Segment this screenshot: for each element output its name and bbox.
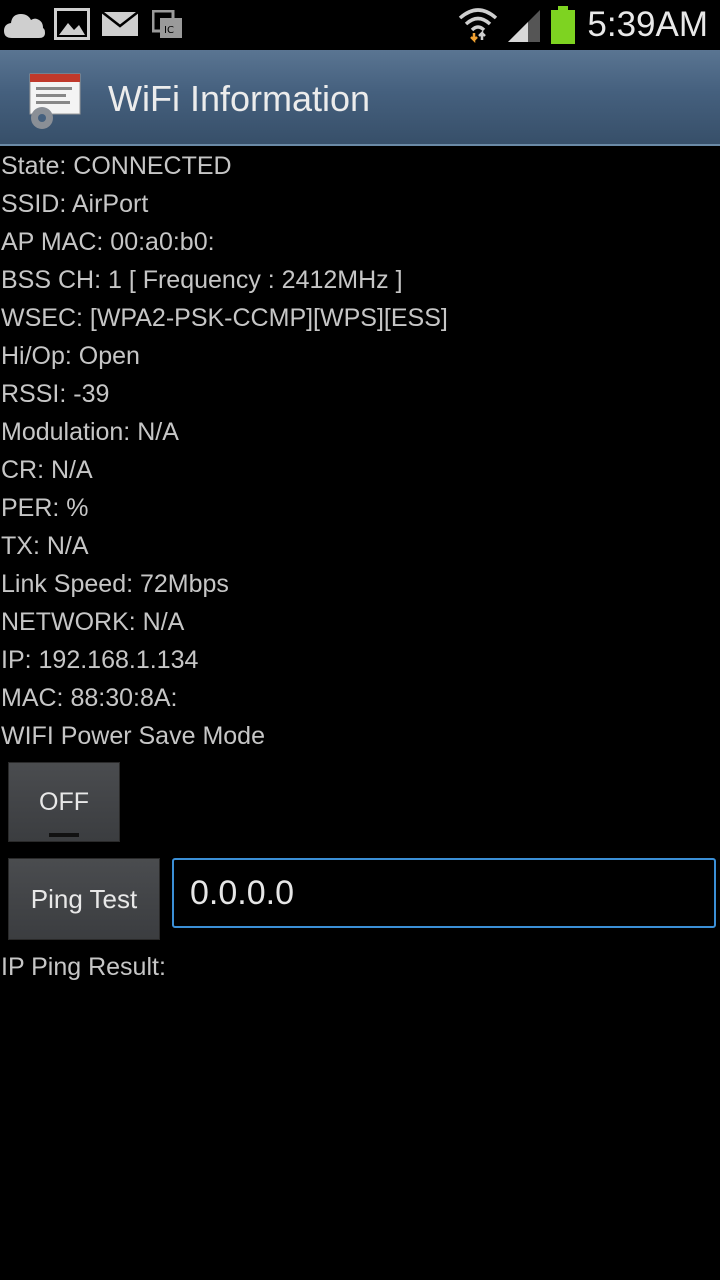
toggle-indicator: [49, 833, 79, 837]
info-hi-op: Hi/Op: Open: [1, 342, 140, 370]
cloud-icon: [4, 14, 45, 38]
power-save-label: WIFI Power Save Mode: [1, 722, 265, 750]
app-icon: [29, 73, 81, 129]
ic-icon: IC: [152, 10, 182, 38]
battery-icon: [551, 6, 575, 44]
info-per: PER: %: [1, 494, 89, 522]
info-rssi: RSSI: -39: [1, 380, 110, 408]
power-save-toggle-label: OFF: [39, 787, 89, 816]
ping-test-label: Ping Test: [30, 883, 138, 914]
page-title: WiFi Information: [108, 78, 371, 119]
info-state: State: CONNECTED: [1, 152, 232, 180]
mail-icon: [102, 12, 138, 36]
wifi-icon: [458, 8, 498, 44]
action-bar: WiFi Information: [0, 50, 720, 146]
ping-ip-input[interactable]: [172, 858, 716, 928]
ping-result-label: IP Ping Result:: [1, 953, 166, 981]
power-save-toggle-button[interactable]: OFF: [8, 762, 120, 842]
svg-text:IC: IC: [164, 25, 174, 36]
info-link-speed: Link Speed: 72Mbps: [1, 570, 229, 598]
info-cr: CR: N/A: [1, 456, 93, 484]
info-network: NETWORK: N/A: [1, 608, 185, 636]
info-tx: TX: N/A: [1, 532, 89, 560]
status-time: 5:39AM: [587, 5, 708, 44]
wifi-info-list: State: CONNECTED SSID: AirPort AP MAC: 0…: [0, 147, 720, 755]
info-ssid: SSID: AirPort: [1, 190, 149, 218]
info-ap-mac: AP MAC: 00:a0:b0:: [1, 228, 215, 256]
ping-test-button[interactable]: Ping Test: [8, 858, 160, 940]
info-ip: IP: 192.168.1.134: [1, 646, 199, 674]
signal-icon: [508, 10, 540, 42]
info-wsec: WSEC: [WPA2-PSK-CCMP][WPS][ESS]: [1, 304, 448, 332]
info-bss-channel: BSS CH: 1 [ Frequency : 2412MHz ]: [1, 266, 403, 294]
info-modulation: Modulation: N/A: [1, 418, 179, 446]
gallery-icon: [54, 8, 90, 40]
info-mac: MAC: 88:30:8A:: [1, 684, 178, 712]
status-bar: IC 5:39AM: [0, 0, 720, 50]
